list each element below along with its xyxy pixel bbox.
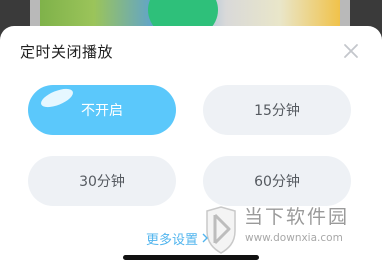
watermark-logo [206, 206, 236, 254]
option-30min-button[interactable]: 30分钟 [28, 156, 176, 206]
watermark-url: www.downxia.com [245, 232, 343, 244]
chevron-right-icon[interactable] [202, 233, 208, 243]
option-label: 30分钟 [79, 174, 125, 190]
option-60min-button[interactable]: 60分钟 [203, 156, 351, 206]
gloss-highlight [38, 85, 76, 111]
close-icon[interactable] [342, 42, 360, 60]
option-label: 60分钟 [254, 174, 300, 190]
watermark-name: 当下软件园 [244, 206, 350, 228]
more-settings-link[interactable]: 更多设置 [146, 229, 198, 248]
option-off-button[interactable]: 不开启 [28, 85, 176, 135]
home-indicator[interactable] [123, 255, 259, 260]
option-label: 不开启 [81, 103, 123, 119]
option-15min-button[interactable]: 15分钟 [203, 85, 351, 135]
option-label: 15分钟 [254, 103, 300, 119]
sheet-title: 定时关闭播放 [20, 43, 114, 61]
